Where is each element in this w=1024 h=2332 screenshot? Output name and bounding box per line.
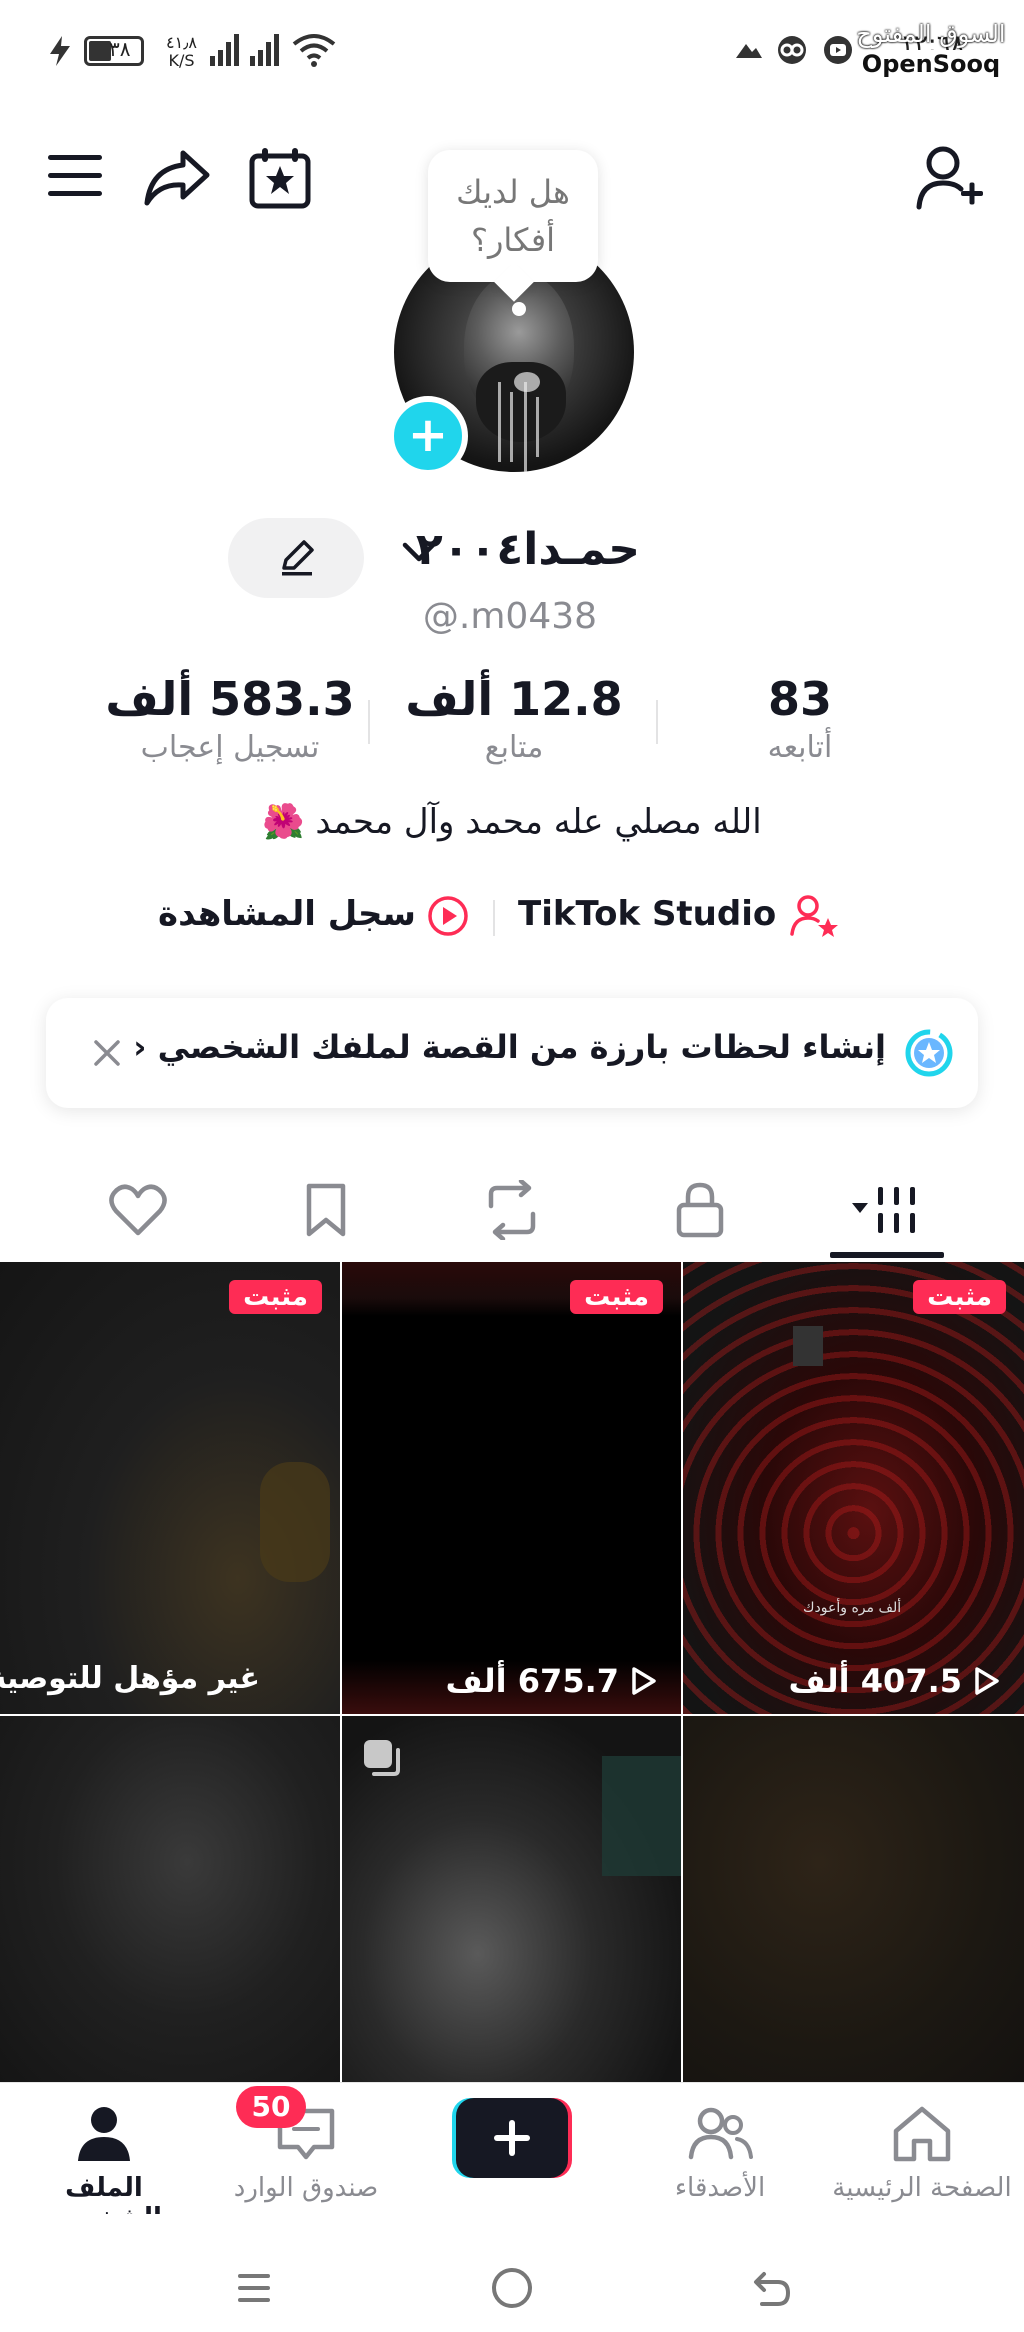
create-button[interactable] [452, 2098, 572, 2178]
nav-inbox[interactable]: صندوق الوارد [206, 2103, 406, 2203]
links-divider [493, 900, 495, 936]
network-speed: ٤١٫٨ K/S [166, 33, 197, 70]
pencil-icon [282, 540, 314, 576]
video-thumbnail[interactable] [683, 1716, 1024, 2082]
play-circle-icon [428, 896, 468, 936]
wifi-icon [292, 34, 336, 67]
view-count: 675.7 ألف [446, 1662, 659, 1700]
following-stat[interactable]: 83 أتابعه [700, 672, 900, 765]
home-icon [893, 2106, 951, 2162]
video-thumbnail[interactable]: مثبت 675.7 ألف [342, 1262, 681, 1714]
share-button[interactable] [140, 142, 214, 212]
history-link[interactable]: سجل المشاهدة [158, 888, 476, 948]
ideas-tooltip[interactable]: هل لديك أفكار؟ [428, 150, 598, 282]
studio-link[interactable]: TikTok Studio [514, 888, 844, 948]
charging-icon [50, 36, 70, 66]
app-notification-icon [778, 36, 806, 64]
video-grid: ألف مره وأعودك مثبت 407.5 ألف مثبت 675.7… [0, 1262, 1024, 2082]
stat-divider [656, 700, 658, 744]
repost-icon [488, 1180, 536, 1240]
hamburger-icon [48, 155, 102, 196]
recent-apps-icon[interactable] [234, 2268, 274, 2308]
inbox-badge: 50 [236, 2086, 306, 2128]
menu-button[interactable] [40, 146, 110, 206]
play-icon [975, 1667, 999, 1695]
nav-friends-label: الأصدقاء [674, 2173, 766, 2203]
tab-private[interactable] [640, 1160, 760, 1260]
highlights-button[interactable] [244, 142, 316, 214]
bio: الله مصلي عله محمد وآل محمد 🌺 [262, 802, 762, 842]
play-icon [632, 1667, 656, 1695]
tooltip-dot [512, 302, 526, 316]
status-bar: ٣٨ ٤١٫٨ K/S ١٢:٦٨ السوق المفتوح OpenSooq [0, 0, 1024, 100]
username: @.m0438 [422, 596, 598, 637]
edit-profile-button[interactable] [228, 518, 364, 598]
close-icon[interactable] [92, 1038, 122, 1068]
followers-stat[interactable]: 12.8 ألف متابع [394, 672, 634, 765]
plus-icon [494, 2120, 530, 2156]
active-tab-indicator [830, 1252, 944, 1258]
add-friend-button[interactable] [912, 142, 988, 214]
likes-stat[interactable]: 583.3 ألف تسجيل إعجاب [100, 672, 360, 765]
nav-home-label: الصفحة الرئيسية [832, 2173, 1012, 2203]
battery-icon: ٣٨ [84, 36, 144, 66]
add-story-button[interactable]: + [388, 396, 468, 476]
profile-name[interactable]: حمـدا٢٠٠٤ [400, 524, 640, 584]
history-label: سجل المشاهدة [158, 894, 416, 934]
home-circle-icon[interactable] [490, 2266, 534, 2310]
banner-text: إنشاء لحظات بارزة من القصة لملفك الشخصي … [133, 1028, 886, 1066]
youtube-icon [824, 36, 852, 64]
video-thumbnail[interactable] [0, 1716, 340, 2082]
pinned-badge: مثبت [229, 1280, 322, 1314]
back-icon[interactable] [748, 2266, 792, 2310]
stat-divider [368, 700, 370, 744]
bookmark-icon [306, 1183, 346, 1237]
calendar-star-icon [249, 148, 311, 209]
likes-label: تسجيل إعجاب [140, 730, 320, 765]
multi-image-icon [364, 1740, 400, 1776]
pinned-badge: مثبت [913, 1280, 1006, 1314]
followers-label: متابع [484, 730, 544, 765]
studio-label: TikTok Studio [518, 894, 777, 934]
following-count: 83 [767, 672, 832, 726]
profile-tabs [0, 1160, 1024, 1260]
video-thumbnail[interactable]: مثبت غير مؤهل للتوصية [0, 1262, 340, 1714]
signal-icon [210, 34, 239, 66]
cloud-icon [736, 44, 762, 58]
following-label: أتابعه [767, 730, 833, 765]
heart-icon [109, 1184, 167, 1236]
followers-count: 12.8 ألف [405, 672, 623, 726]
watermark: السوق المفتوح OpenSooq [856, 20, 1006, 78]
tab-reposts[interactable] [452, 1160, 572, 1260]
add-user-icon [916, 146, 983, 210]
tab-saved[interactable] [266, 1160, 386, 1260]
friends-icon [688, 2107, 753, 2160]
nav-friends[interactable]: الأصدقاء [620, 2103, 820, 2203]
nav-inbox-label: صندوق الوارد [233, 2173, 379, 2203]
view-count: 407.5 ألف [789, 1662, 1002, 1700]
highlights-banner[interactable]: إنشاء لحظات بارزة من القصة لملفك الشخصي … [46, 998, 978, 1108]
tab-liked[interactable] [78, 1160, 198, 1260]
video-thumbnail[interactable]: ألف مره وأعودك مثبت 407.5 ألف [683, 1262, 1024, 1714]
system-navigation [0, 2214, 1024, 2332]
lock-icon [676, 1182, 724, 1238]
video-thumbnail[interactable] [342, 1716, 681, 2082]
creator-star-icon [790, 895, 838, 937]
tab-videos[interactable] [830, 1160, 950, 1260]
signal-icon-2 [250, 34, 279, 66]
share-arrow-icon [144, 150, 210, 206]
battery-level: ٣٨ [109, 37, 131, 61]
grid-videos-icon [852, 1187, 915, 1233]
not-eligible-label: غير مؤهل للتوصية [0, 1661, 260, 1696]
likes-count: 583.3 ألف [105, 672, 355, 726]
nav-home[interactable]: الصفحة الرئيسية [822, 2103, 1022, 2203]
pinned-badge: مثبت [570, 1280, 663, 1314]
video-caption: ألف مره وأعودك [803, 1600, 902, 1616]
highlight-star-icon [905, 1029, 953, 1077]
profile-icon [78, 2107, 130, 2161]
